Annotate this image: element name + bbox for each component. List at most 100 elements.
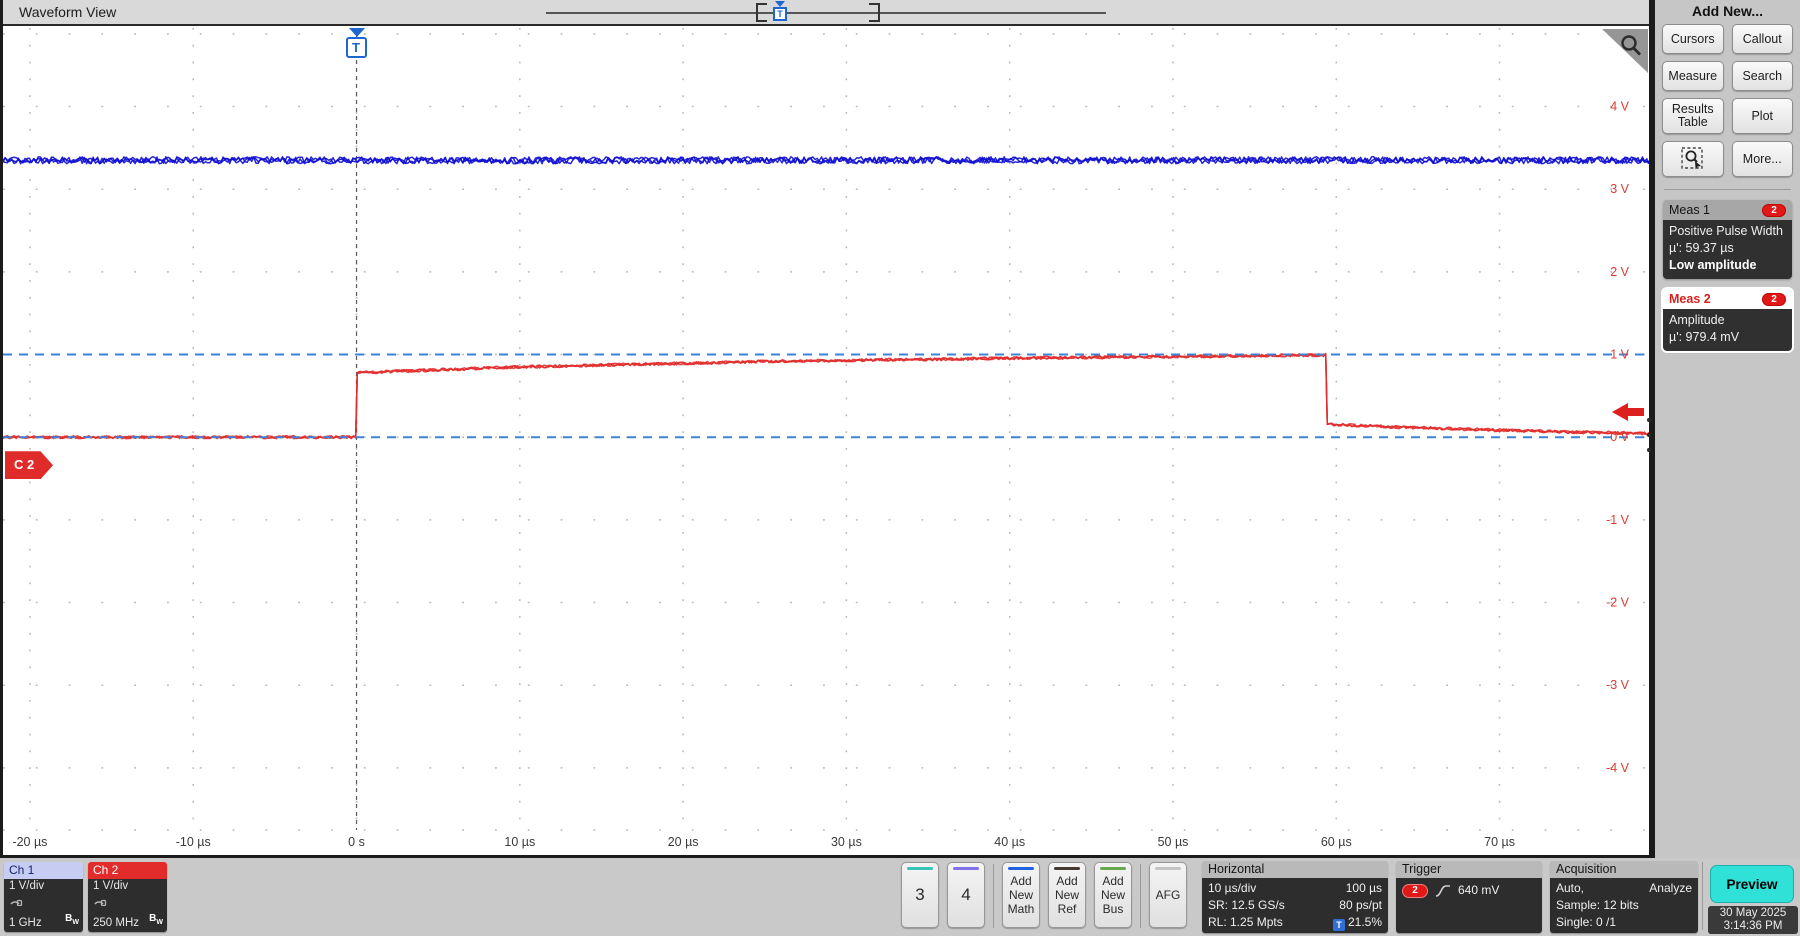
time-axis-label: -10 µs [176,835,211,849]
trigger-position-flag[interactable]: T [345,28,369,60]
horizontal-badge[interactable]: Horizontal 10 µs/div 100 µs SR: 12.5 GS/… [1202,861,1388,933]
horizontal-scale: 10 µs/div [1208,880,1256,897]
settings-bar: Ch 1 1 V/div 1 GHz BW Ch 2 1 V/div 250 M… [0,858,1800,936]
measurement-badge-meas2[interactable]: Meas 2 2 Amplitude µ': 979.4 mV [1663,289,1792,351]
meas2-type: Amplitude [1669,312,1786,329]
zoom-window-left-bracket[interactable] [756,3,767,22]
meas1-body: Positive Pulse Width µ': 59.37 µs Low am… [1663,220,1792,279]
time-axis-label: 50 µs [1158,835,1189,849]
meas2-source-badge: 2 [1762,293,1786,306]
add-channel-button-group: 3 4 Add New Math Add New Ref Add New Bus… [901,862,1187,932]
voltage-axis-label: -2 V [1606,596,1630,610]
preview-button[interactable]: Preview [1710,865,1794,903]
time-axis-label: 10 µs [504,835,535,849]
meas1-source-badge: 2 [1762,204,1786,217]
button-group-separator [993,864,994,928]
zoom-select-icon [1680,146,1706,172]
waveform-canvas[interactable]: -20 µs-10 µs0 s10 µs20 µs30 µs40 µs50 µs… [3,28,1649,853]
zoom-select-button[interactable] [1662,141,1724,177]
search-button[interactable]: Search [1732,61,1794,91]
record-trigger-marker[interactable]: T [773,1,788,25]
results-table-button[interactable]: Results Table [1662,98,1724,134]
trigger-badge[interactable]: Trigger 2 640 mV [1396,861,1542,933]
channel2-name: Ch 2 [88,862,167,879]
channel2-scale: 1 V/div [93,880,162,893]
zoom-window-right-bracket[interactable] [869,3,880,22]
add-new-heading: Add New... [1662,3,1793,19]
channel2-badge[interactable]: Ch 2 1 V/div 250 MHz BW [88,862,167,932]
graticule[interactable]: -20 µs-10 µs0 s10 µs20 µs30 µs40 µs50 µs… [3,28,1649,853]
sidebar-separator [1664,189,1791,190]
add-new-math-button[interactable]: Add New Math [1002,862,1040,928]
channel1-settings: 1 V/div 1 GHz BW [4,879,83,932]
more-button[interactable]: More... [1732,141,1794,177]
trigger-level-arrow-icon[interactable] [1611,400,1645,424]
acquisition-single: Single: 0 /1 [1556,914,1692,931]
channel1-badge[interactable]: Ch 1 1 V/div 1 GHz BW [4,862,83,932]
time-axis-label: 30 µs [831,835,862,849]
meas1-warning: Low amplitude [1669,257,1786,274]
add-new-ref-button[interactable]: Add New Ref [1048,862,1086,928]
trigger-source-badge: 2 [1402,884,1428,898]
horizontal-window: 100 µs [1346,880,1382,897]
voltage-axis-label: 2 V [1610,265,1629,279]
channel2-settings: 1 V/div 250 MHz BW [88,879,167,932]
acquisition-badge[interactable]: Acquisition Auto, Analyze Sample: 12 bit… [1550,861,1698,933]
channel4-button[interactable]: 4 [947,862,985,928]
probe-icon [93,894,108,906]
meas1-title: Meas 1 [1669,203,1710,217]
horizontal-title: Horizontal [1202,861,1388,878]
horizontal-settings: 10 µs/div 100 µs SR: 12.5 GS/s 80 ps/pt … [1202,878,1388,933]
voltage-axis-label: 4 V [1610,100,1629,114]
acquisition-sample: Sample: 12 bits [1556,897,1692,914]
trigger-t-icon: T [346,37,367,58]
time-axis-label: 40 µs [994,835,1025,849]
meas1-header: Meas 1 2 [1663,200,1792,220]
channel1-name: Ch 1 [4,862,83,879]
record-length: RL: 1.25 Mpts [1208,914,1283,931]
time-text: 3:14:36 PM [1708,920,1798,933]
trigger-position-value: T21.5% [1333,914,1382,931]
channel3-color-stripe [907,867,933,870]
datetime-display: 30 May 2025 3:14:36 PM [1708,906,1798,934]
time-axis-label: 0 s [348,835,365,849]
meas2-header: Meas 2 2 [1663,289,1792,309]
waveform-view-titlebar: Waveform View T [3,0,1649,26]
trigger-position-icon: T [1333,919,1345,931]
afg-color-stripe [1155,867,1181,870]
trigger-level-value: 640 mV [1458,882,1499,899]
bandwidth-limit-icon: BW [149,912,163,929]
channel1-bandwidth: 1 GHz [9,917,42,930]
callout-button[interactable]: Callout [1732,24,1794,54]
button-group-separator [1140,864,1141,928]
trigger-title: Trigger [1396,861,1542,878]
time-axis-label: 20 µs [668,835,699,849]
meas2-title: Meas 2 [1669,292,1711,306]
add-new-bus-button[interactable]: Add New Bus [1094,862,1132,928]
voltage-axis-label: -4 V [1606,761,1630,775]
voltage-axis-label: 1 V [1610,348,1629,362]
acquisition-mode: Auto, [1556,880,1584,897]
afg-button[interactable]: AFG [1149,862,1187,928]
waveform-view-title: Waveform View [19,4,116,20]
probe-icon [9,894,24,906]
channel3-button[interactable]: 3 [901,862,939,928]
bus-color-stripe [1100,867,1126,870]
channel2-bandwidth: 250 MHz [93,917,139,930]
meas2-mean: µ': 979.4 mV [1669,329,1786,346]
ref-color-stripe [1054,867,1080,870]
measure-button[interactable]: Measure [1662,61,1724,91]
acquisition-analyze: Analyze [1649,880,1692,897]
trigger-triangle-icon [349,28,365,37]
trace-ch2 [3,354,1649,439]
voltage-axis-label: -1 V [1606,513,1630,527]
measurement-badge-meas1[interactable]: Meas 1 2 Positive Pulse Width µ': 59.37 … [1663,200,1792,279]
bottombar-separator [1702,862,1703,930]
time-axis-label: 70 µs [1484,835,1515,849]
voltage-axis-label: 0 V [1610,430,1629,444]
voltage-axis-label: -3 V [1606,678,1630,692]
trigger-settings: 2 640 mV [1396,878,1542,933]
plot-button[interactable]: Plot [1732,98,1794,134]
meas2-body: Amplitude µ': 979.4 mV [1663,309,1792,351]
cursors-button[interactable]: Cursors [1662,24,1724,54]
